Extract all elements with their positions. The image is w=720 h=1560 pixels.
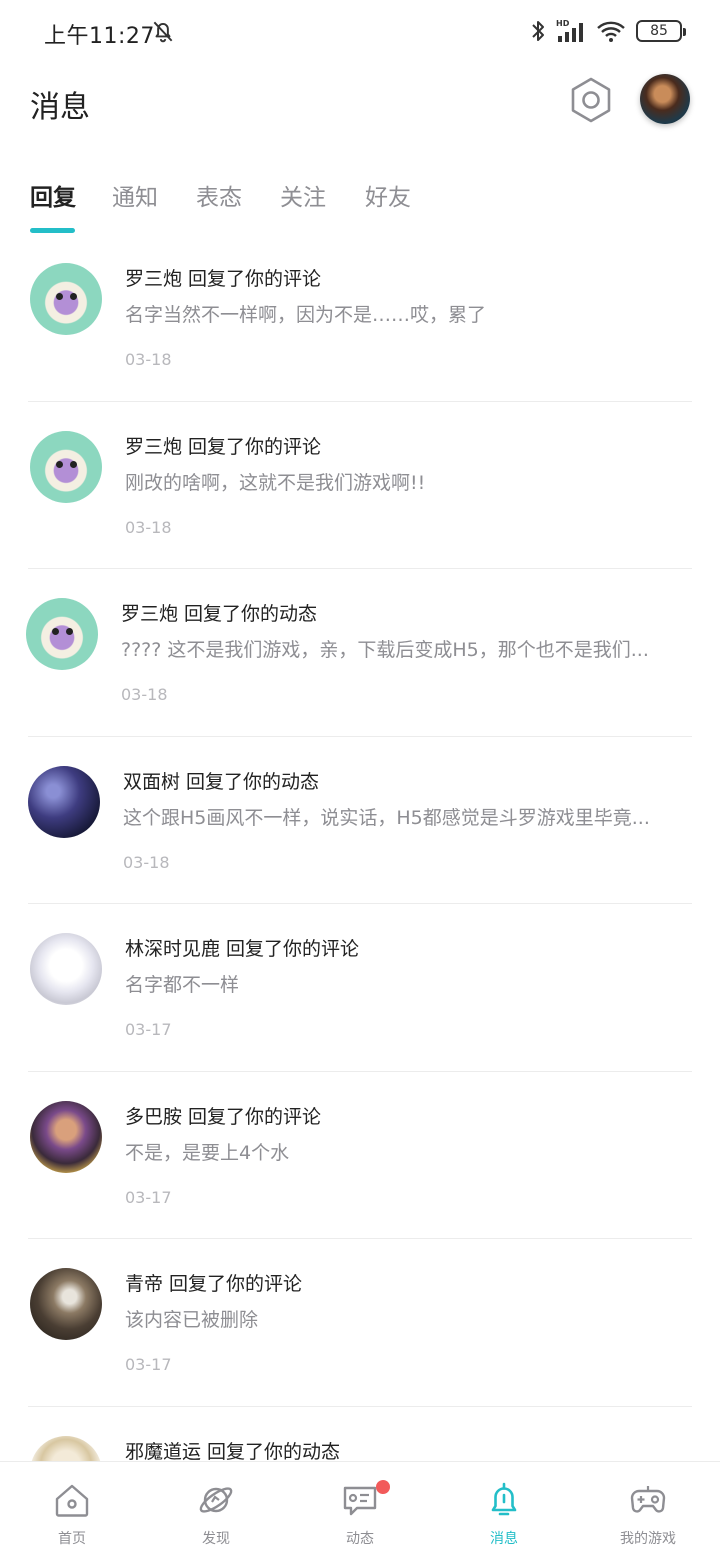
- nav-label: 发现: [202, 1531, 230, 1547]
- settings-hexagon-icon: [571, 77, 611, 123]
- message-title: 双面树 回复了你的动态: [123, 770, 320, 793]
- nav-home[interactable]: 首页: [0, 1462, 144, 1560]
- message-date: 03-18: [121, 685, 168, 704]
- message-title: 罗三炮 回复了你的评论: [125, 435, 322, 458]
- message-date: 03-18: [123, 852, 170, 872]
- status-icons: HD 85: [530, 16, 686, 46]
- avatar[interactable]: [30, 430, 102, 503]
- avatar[interactable]: [26, 598, 98, 670]
- list-item[interactable]: 多巴胺 回复了你的评论 不是，是要上4个水 03-17: [0, 1072, 720, 1239]
- message-body: ???? 这不是我们游戏，亲，下载后变成H5，那个也不是我们...: [121, 639, 649, 661]
- settings-button[interactable]: [566, 74, 616, 126]
- message-date: 03-18: [125, 517, 172, 537]
- avatar[interactable]: [30, 263, 102, 335]
- nav-label: 首页: [58, 1531, 86, 1547]
- planet-icon: [199, 1487, 233, 1513]
- home-icon: [55, 1484, 89, 1517]
- avatar[interactable]: [30, 1100, 102, 1173]
- chat-icon: [343, 1486, 377, 1516]
- signal-icon: HD: [556, 19, 583, 42]
- message-title: 多巴胺 回复了你的评论: [125, 1105, 322, 1128]
- message-date: 03-17: [125, 1355, 172, 1374]
- message-title: 邪魔道运 回复了你的动态: [125, 1440, 341, 1463]
- message-title: 林深时见鹿 回复了你的评论: [125, 938, 360, 960]
- list-item[interactable]: 罗三炮 回复了你的动态 ???? 这不是我们游戏，亲，下载后变成H5，那个也不是…: [0, 569, 720, 737]
- message-body: 名字都不一样: [125, 974, 240, 996]
- list-item[interactable]: 青帝 回复了你的评论 该内容已被删除 03-17: [0, 1239, 720, 1407]
- bluetooth-icon: [532, 21, 544, 41]
- message-body: 该内容已被删除: [125, 1309, 259, 1331]
- page-header: 消息: [0, 64, 720, 144]
- tab-notice[interactable]: 通知: [112, 178, 158, 212]
- nav-label: 动态: [346, 1531, 374, 1547]
- status-time: 上午11:27: [44, 24, 155, 49]
- message-body: 不是，是要上4个水: [125, 1141, 290, 1164]
- nav-discover[interactable]: 发现: [144, 1462, 288, 1560]
- nav-feed[interactable]: 动态: [288, 1462, 432, 1560]
- nav-label: 我的游戏: [620, 1531, 676, 1547]
- list-item[interactable]: 林深时见鹿 回复了你的评论 名字都不一样 03-17: [0, 904, 720, 1072]
- battery-level: 85: [650, 23, 668, 39]
- bottom-navigation: 首页 发现 动态 消息 我的游戏: [0, 1461, 720, 1560]
- battery-indicator: 85: [636, 20, 686, 42]
- message-title: 罗三炮 回复了你的评论: [125, 268, 322, 290]
- list-item[interactable]: 罗三炮 回复了你的评论 名字当然不一样啊，因为不是……哎，累了 03-18: [0, 234, 720, 402]
- message-list: 罗三炮 回复了你的评论 名字当然不一样啊，因为不是……哎，累了 03-18 罗三…: [0, 234, 720, 1560]
- message-date: 03-17: [125, 1020, 172, 1039]
- tab-follow[interactable]: 关注: [280, 178, 326, 212]
- notification-badge: [376, 1480, 390, 1494]
- message-title: 罗三炮 回复了你的动态: [121, 603, 318, 625]
- message-title: 青帝 回复了你的评论: [125, 1273, 303, 1295]
- avatar[interactable]: [30, 933, 102, 1005]
- message-body: 名字当然不一样啊，因为不是……哎，累了: [125, 304, 487, 326]
- tab-reaction[interactable]: 表态: [196, 178, 242, 212]
- status-bar: 上午11:27 HD 85: [0, 0, 720, 64]
- active-tab-indicator: [30, 228, 75, 233]
- wifi-icon: [597, 21, 625, 42]
- avatar[interactable]: [30, 1268, 102, 1340]
- nav-label: 消息: [490, 1531, 518, 1547]
- message-body: 刚改的啥啊，这就不是我们游戏啊!!: [125, 471, 426, 494]
- avatar[interactable]: [28, 765, 100, 838]
- tab-friends[interactable]: 好友: [365, 178, 411, 212]
- page-title: 消息: [30, 90, 90, 125]
- message-body: 这个跟H5画风不一样，说实话，H5都感觉是斗罗游戏里毕竟...: [123, 806, 650, 829]
- user-avatar[interactable]: [640, 74, 690, 124]
- message-date: 03-18: [125, 350, 172, 369]
- nav-my-games[interactable]: 我的游戏: [576, 1462, 720, 1560]
- mute-bell-icon: [153, 21, 173, 43]
- list-item[interactable]: 双面树 回复了你的动态 这个跟H5画风不一样，说实话，H5都感觉是斗罗游戏里毕竟…: [0, 737, 720, 904]
- message-date: 03-17: [125, 1187, 172, 1207]
- tab-reply[interactable]: 回复: [30, 178, 76, 212]
- nav-messages[interactable]: 消息: [432, 1462, 576, 1560]
- gamepad-icon: [630, 1486, 666, 1513]
- list-item[interactable]: 罗三炮 回复了你的评论 刚改的啥啊，这就不是我们游戏啊!! 03-18: [0, 402, 720, 569]
- bell-icon: [491, 1482, 517, 1516]
- message-tabs: 回复 通知 表态 关注 好友: [0, 170, 720, 240]
- network-label: HD: [556, 19, 570, 28]
